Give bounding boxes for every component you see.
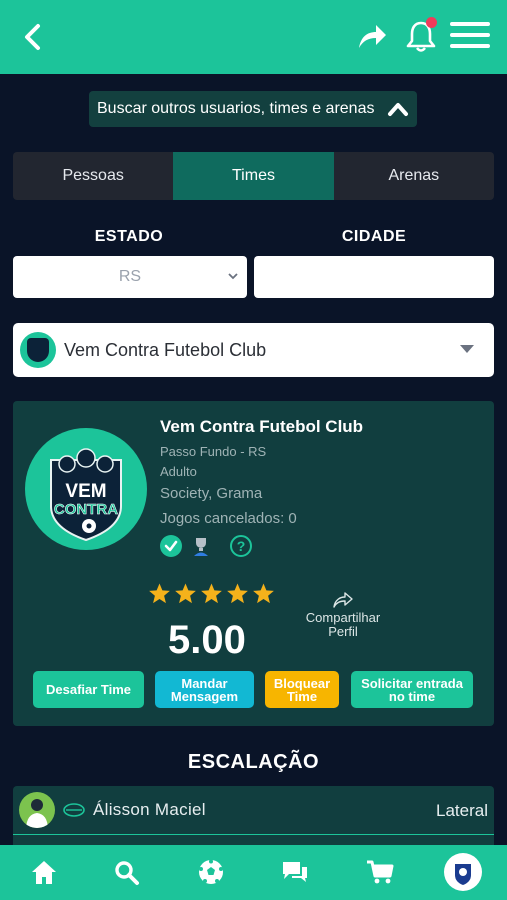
- request-join-label-2: no time: [388, 688, 436, 704]
- challenge-team-button[interactable]: Desafiar Time: [33, 671, 144, 708]
- block-team-button[interactable]: Bloquear Time: [265, 671, 339, 708]
- estado-select[interactable]: RS: [13, 256, 247, 298]
- team-badges: ?: [160, 535, 252, 557]
- search-others-toggle[interactable]: Buscar outros usuarios, times e arenas: [89, 91, 417, 127]
- star-icon: [175, 583, 196, 604]
- search-icon[interactable]: [112, 858, 142, 886]
- hamburger-menu-icon[interactable]: [450, 22, 490, 52]
- send-message-button[interactable]: Mandar Mensagem: [155, 671, 254, 708]
- team-name: Vem Contra Futebol Club: [160, 417, 364, 436]
- rating-stars: [148, 582, 275, 605]
- bell-icon[interactable]: [404, 17, 438, 54]
- dropdown-caret-icon: [460, 345, 474, 353]
- star-icon: [149, 583, 170, 604]
- team-logo-vem: VEM: [65, 481, 106, 502]
- team-category: Adulto: [160, 464, 197, 479]
- tab-arenas[interactable]: Arenas: [333, 152, 494, 200]
- share-arrow-icon: [333, 592, 353, 608]
- player-name: Álisson Maciel: [93, 800, 206, 819]
- home-icon[interactable]: [29, 858, 59, 886]
- top-app-bar: [0, 0, 507, 74]
- cidade-input[interactable]: [254, 256, 494, 298]
- player-row[interactable]: Álisson Maciel Lateral: [13, 786, 494, 834]
- trophy-icon[interactable]: [190, 535, 212, 557]
- team-profile-card: VEM CONTRA Vem Contra Futebol Club Passo…: [13, 401, 494, 726]
- team-select[interactable]: Vem Contra Futebol Club: [13, 323, 494, 377]
- verified-check-icon[interactable]: [160, 535, 182, 557]
- tab-times[interactable]: Times: [173, 152, 334, 200]
- star-icon: [253, 583, 274, 604]
- soccer-ball-icon[interactable]: [196, 858, 226, 886]
- notification-dot: [426, 17, 437, 28]
- chat-icon[interactable]: [280, 858, 310, 886]
- search-tabs: Pessoas Times Arenas: [13, 152, 494, 200]
- cleat-icon: [63, 803, 85, 817]
- block-team-label-1: Bloquear: [273, 675, 331, 691]
- share-profile-label-1: Compartilhar: [305, 610, 381, 625]
- team-location: Passo Fundo - RS: [160, 444, 267, 459]
- request-join-button[interactable]: Solicitar entrada no time: [351, 671, 473, 708]
- chevron-up-icon: [388, 103, 408, 116]
- share-profile-button[interactable]: Compartilhar Perfil: [293, 591, 393, 639]
- share-arrow-icon[interactable]: [356, 22, 388, 52]
- send-message-label-1: Mandar: [181, 675, 228, 691]
- send-message-label-2: Mensagem: [170, 688, 239, 704]
- team-cancelled-games: Jogos cancelados: 0: [160, 510, 297, 527]
- cidade-label: CIDADE: [341, 228, 407, 245]
- profile-icon[interactable]: [444, 853, 482, 891]
- team-mini-logo: [20, 332, 56, 368]
- chevron-down-icon: [228, 273, 238, 280]
- bottom-navigation: [0, 845, 507, 900]
- star-icon: [227, 583, 248, 604]
- team-rating: 5.00: [168, 618, 246, 662]
- block-team-label-2: Time: [286, 688, 318, 704]
- team-logo-contra: CONTRA: [54, 501, 118, 518]
- search-toggle-label: Buscar outros usuarios, times e arenas: [97, 100, 375, 117]
- cart-icon[interactable]: [365, 858, 395, 886]
- team-select-value: Vem Contra Futebol Club: [64, 339, 267, 360]
- avatar: [19, 792, 55, 828]
- star-icon: [201, 583, 222, 604]
- estado-label: ESTADO: [94, 228, 164, 245]
- request-join-label-1: Solicitar entrada: [361, 675, 463, 691]
- share-profile-label-2: Perfil: [328, 624, 358, 639]
- team-surface: Society, Grama: [160, 485, 263, 502]
- tab-pessoas[interactable]: Pessoas: [13, 152, 174, 200]
- lineup-title: ESCALAÇÃO: [187, 751, 320, 773]
- player-position: Lateral: [436, 801, 488, 820]
- estado-value: RS: [118, 268, 142, 285]
- chevron-left-icon[interactable]: [20, 22, 46, 52]
- challenge-team-label: Desafiar Time: [45, 682, 132, 697]
- team-logo: VEM CONTRA: [25, 428, 147, 550]
- help-circle-icon[interactable]: ?: [230, 535, 252, 557]
